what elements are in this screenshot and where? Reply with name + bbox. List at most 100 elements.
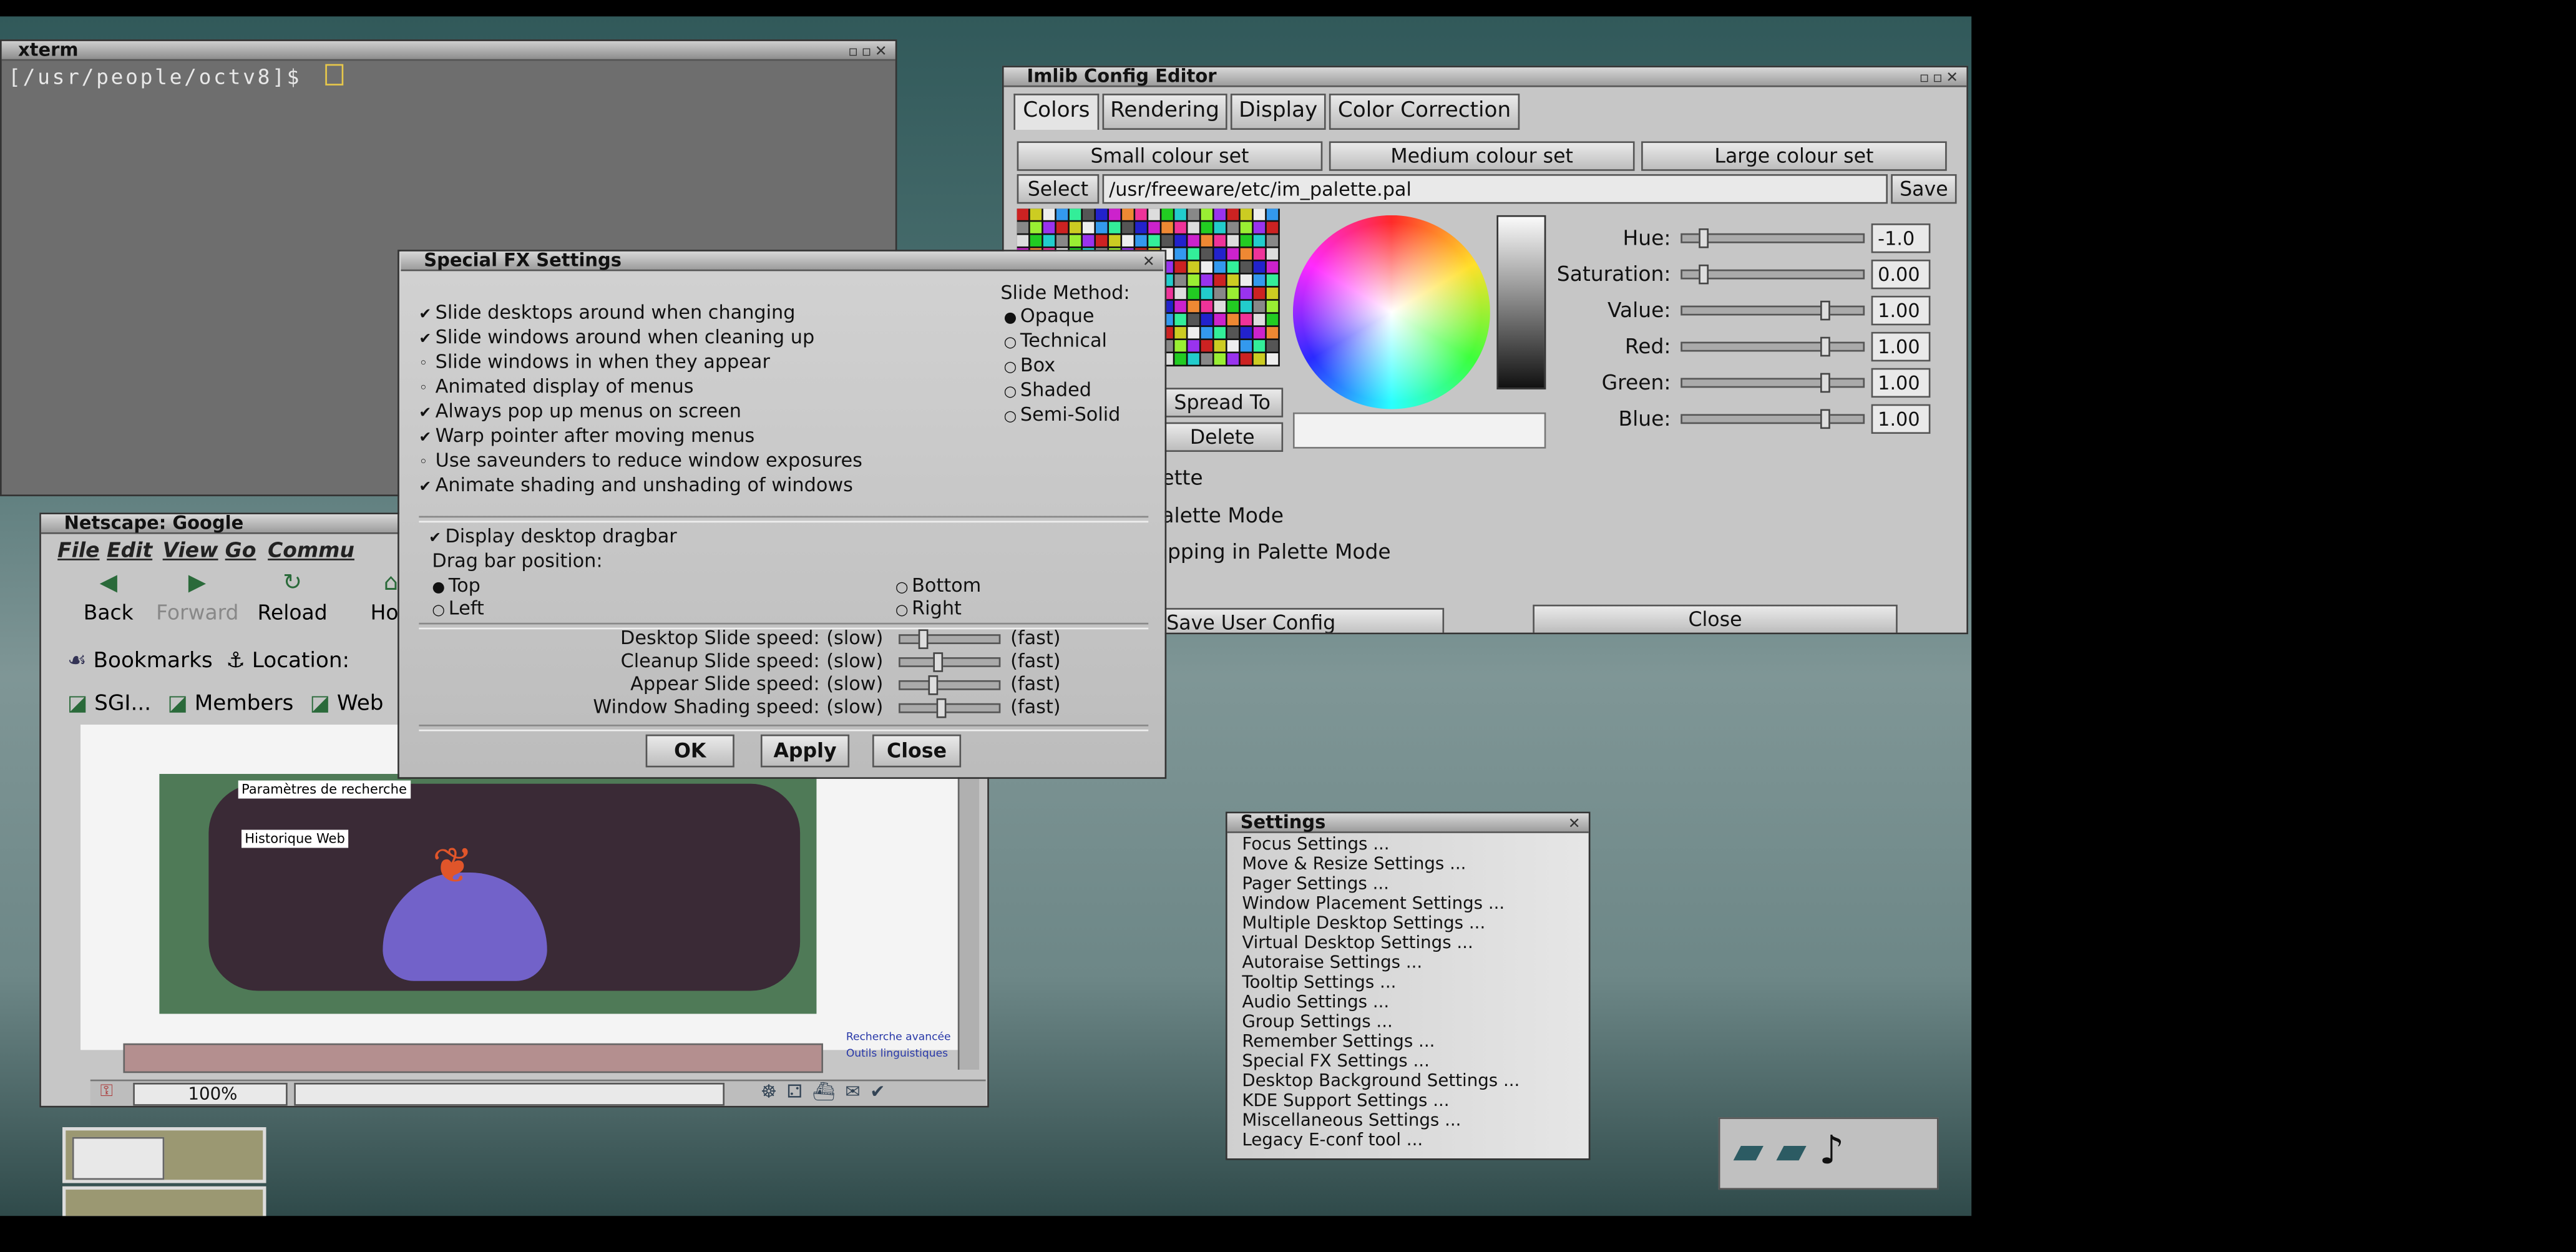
tab-rendering[interactable]: Rendering — [1102, 94, 1227, 130]
palette-swatch[interactable] — [1096, 222, 1108, 233]
palette-swatch[interactable] — [1056, 208, 1068, 220]
settings-menu-titlebar[interactable]: Settings ✕ — [1227, 813, 1589, 833]
slide-method-technical[interactable]: ○ Technical — [1004, 329, 1107, 352]
palette-swatch[interactable] — [1188, 235, 1199, 247]
palette-swatch[interactable] — [1201, 261, 1212, 273]
select-button[interactable]: Select — [1017, 174, 1100, 204]
palette-swatch[interactable] — [1188, 353, 1199, 365]
speed-slider[interactable] — [899, 675, 1001, 695]
palette-swatch[interactable] — [1227, 340, 1239, 352]
palette-swatch[interactable] — [1069, 235, 1081, 247]
palette-swatch[interactable] — [1214, 313, 1226, 326]
palette-swatch[interactable] — [1214, 248, 1226, 260]
palette-swatch[interactable] — [1266, 313, 1279, 326]
settings-menu-item[interactable]: Virtual Desktop Settings ... — [1227, 933, 1589, 953]
palette-swatch[interactable] — [1069, 208, 1081, 220]
palette-swatch[interactable] — [1188, 340, 1199, 352]
settings-menu[interactable]: Settings ✕ Focus Settings ... Move & Resi… — [1225, 811, 1591, 1160]
palette-swatch[interactable] — [1174, 300, 1186, 313]
palette-swatch[interactable] — [1266, 261, 1279, 273]
personal-toolbar-sgi[interactable]: SGI... — [94, 692, 151, 716]
slide-method-opaque[interactable]: ● Opaque — [1004, 304, 1095, 327]
green-value-field[interactable]: 1.00 — [1871, 368, 1931, 398]
palette-swatch[interactable] — [1174, 235, 1186, 247]
palette-swatch[interactable] — [1240, 340, 1252, 352]
color-wheel-icon[interactable] — [1292, 215, 1490, 409]
menu-commu[interactable]: Commu — [268, 537, 354, 562]
palette-swatch[interactable] — [1030, 235, 1042, 247]
palette-swatch[interactable] — [1174, 353, 1186, 365]
speed-slider-knob[interactable] — [933, 652, 944, 672]
palette-swatch[interactable] — [1174, 222, 1186, 233]
palette-swatch[interactable] — [1253, 261, 1266, 273]
palette-swatch[interactable] — [1122, 235, 1134, 247]
reload-button[interactable]: ↻ Reload — [251, 570, 334, 625]
tab-colors[interactable]: Colors — [1013, 94, 1100, 130]
palette-swatch[interactable] — [1266, 274, 1279, 286]
palette-swatch[interactable] — [1266, 340, 1279, 352]
palette-swatch[interactable] — [1253, 235, 1266, 247]
palette-swatch[interactable] — [1109, 222, 1121, 233]
palette-swatch[interactable] — [1227, 261, 1239, 273]
palette-swatch[interactable] — [1227, 353, 1239, 365]
advanced-search-link[interactable]: Recherche avancée — [846, 1030, 951, 1044]
palette-swatch[interactable] — [1227, 222, 1239, 233]
palette-swatch[interactable] — [1214, 208, 1226, 220]
settings-menu-item[interactable]: Autoraise Settings ... — [1227, 953, 1589, 973]
menu-file[interactable]: File — [57, 537, 99, 562]
fx-option-checkbox[interactable]: ◦ Use saveunders to reduce window exposur… — [419, 449, 862, 472]
settings-menu-item[interactable]: KDE Support Settings ... — [1227, 1091, 1589, 1111]
palette-swatch[interactable] — [1096, 208, 1108, 220]
palette-swatch[interactable] — [1201, 353, 1212, 365]
blue-slider[interactable] — [1681, 409, 1865, 429]
palette-swatch[interactable] — [1253, 208, 1266, 220]
close-button[interactable]: Close — [872, 734, 962, 768]
palette-swatch[interactable] — [1174, 340, 1186, 352]
palette-swatch[interactable] — [1214, 300, 1226, 313]
palette-swatch[interactable] — [1082, 235, 1095, 247]
value-value-field[interactable]: 1.00 — [1871, 295, 1931, 326]
music-note-icon[interactable]: ♪ — [1819, 1127, 1844, 1173]
palette-swatch[interactable] — [1122, 208, 1134, 220]
palette-swatch[interactable] — [1030, 222, 1042, 233]
ok-button[interactable]: OK — [645, 734, 734, 768]
green-slider-knob[interactable] — [1820, 373, 1830, 393]
slide-method-shaded[interactable]: ○ Shaded — [1004, 378, 1091, 401]
palette-swatch[interactable] — [1188, 287, 1199, 300]
palette-swatch[interactable] — [1017, 208, 1029, 220]
close-icon[interactable]: ✕ — [1568, 815, 1584, 835]
palette-swatch[interactable] — [1266, 300, 1279, 313]
palette-swatch[interactable] — [1253, 248, 1266, 260]
hue-value-field[interactable]: -1.0 — [1871, 223, 1931, 253]
tab-color-correction[interactable]: Color Correction — [1329, 94, 1520, 130]
palette-swatch[interactable] — [1240, 261, 1252, 273]
settings-menu-item[interactable]: Desktop Background Settings ... — [1227, 1072, 1589, 1092]
pager-desktop-1[interactable] — [62, 1127, 266, 1183]
palette-swatch[interactable] — [1240, 287, 1252, 300]
palette-swatch[interactable] — [1214, 261, 1226, 273]
palette-swatch[interactable] — [1227, 326, 1239, 339]
palette-swatch[interactable] — [1240, 274, 1252, 286]
palette-swatch[interactable] — [1214, 353, 1226, 365]
palette-swatch[interactable] — [1240, 300, 1252, 313]
close-button[interactable]: Close — [1533, 604, 1898, 633]
search-settings-link[interactable]: Paramètres de recherche — [238, 780, 411, 799]
special-fx-titlebar[interactable]: Special FX Settings ✕ — [401, 251, 1163, 271]
fx-option-checkbox[interactable]: ◦ Animated display of menus — [419, 374, 693, 398]
value-slider-knob[interactable] — [1820, 300, 1830, 321]
palette-swatch[interactable] — [1253, 353, 1266, 365]
palette-swatch[interactable] — [1266, 353, 1279, 365]
settings-menu-item[interactable]: Special FX Settings ... — [1227, 1052, 1589, 1072]
red-slider-knob[interactable] — [1820, 336, 1830, 357]
palette-swatch[interactable] — [1227, 274, 1239, 286]
window-controls-icon[interactable]: ▫▫✕ — [1920, 69, 1962, 89]
palette-swatch[interactable] — [1266, 287, 1279, 300]
palette-swatch[interactable] — [1109, 235, 1121, 247]
palette-swatch[interactable] — [1240, 313, 1252, 326]
red-slider[interactable] — [1681, 336, 1865, 357]
fx-option-checkbox[interactable]: ◦ Slide windows in when they appear — [419, 350, 770, 373]
speed-slider[interactable] — [899, 629, 1001, 649]
forward-button[interactable]: ▶ Forward — [156, 570, 238, 625]
palette-swatch[interactable] — [1201, 326, 1212, 339]
menu-view[interactable]: View — [163, 537, 218, 562]
